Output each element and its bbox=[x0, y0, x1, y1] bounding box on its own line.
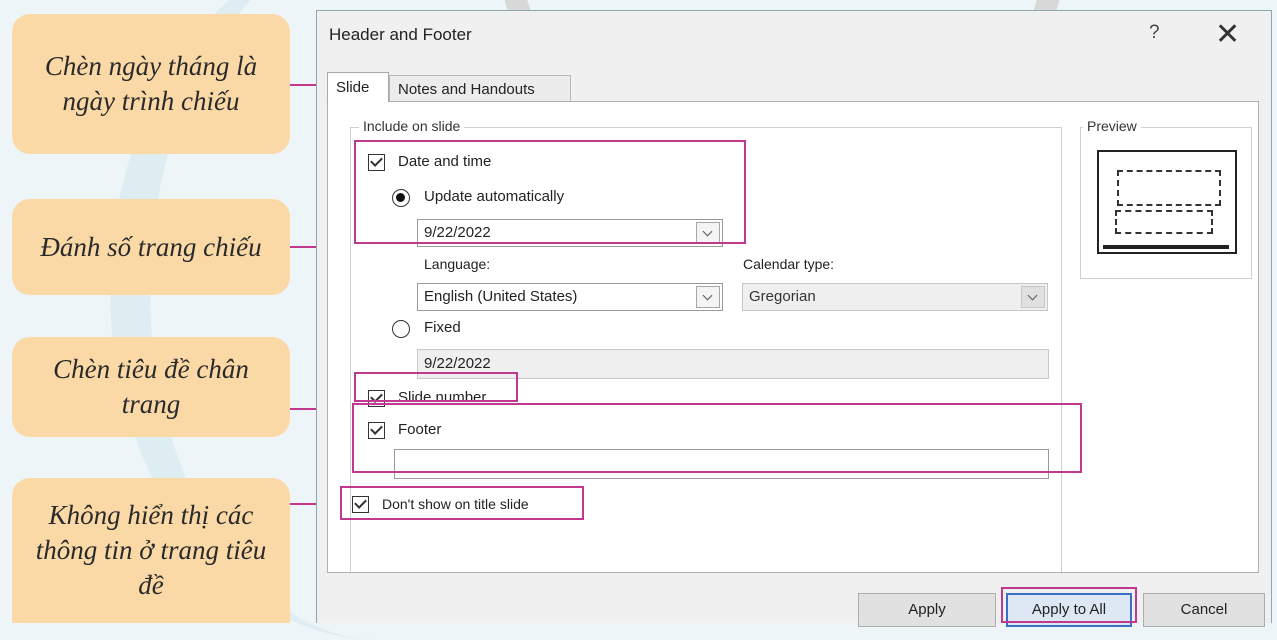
help-icon[interactable]: ? bbox=[1149, 22, 1160, 44]
fixed-label: Fixed bbox=[424, 319, 461, 336]
highlight-dont-show bbox=[340, 486, 584, 520]
chevron-down-icon[interactable] bbox=[696, 286, 720, 308]
preview-group: Preview bbox=[1080, 118, 1252, 279]
preview-title-placeholder bbox=[1117, 170, 1221, 206]
preview-slide bbox=[1097, 150, 1237, 254]
dialog-title: Header and Footer bbox=[329, 25, 472, 44]
language-select[interactable]: English (United States) bbox=[417, 283, 723, 311]
highlight-footer bbox=[352, 403, 1082, 473]
cancel-button[interactable]: Cancel bbox=[1143, 593, 1265, 627]
group-label: Include on slide bbox=[359, 118, 465, 134]
fixed-radio[interactable] bbox=[392, 320, 410, 338]
callout-date: Chèn ngày tháng là ngày trình chiếu bbox=[12, 14, 290, 154]
callout-slide-number: Đánh số trang chiếu bbox=[12, 199, 290, 295]
language-label: Language: bbox=[424, 256, 491, 272]
chevron-down-icon bbox=[1021, 286, 1045, 308]
calendar-type-value: Gregorian bbox=[749, 288, 816, 305]
callout-dont-show: Không hiển thị các thông tin ở trang tiê… bbox=[12, 478, 290, 623]
calendar-type-label: Calendar type: bbox=[743, 256, 835, 272]
highlight-apply-to-all bbox=[1001, 587, 1137, 623]
preview-footer-bar bbox=[1103, 245, 1229, 249]
close-icon[interactable]: ✕ bbox=[1215, 17, 1240, 52]
highlight-date-time bbox=[354, 140, 746, 244]
callout-footer: Chèn tiêu đề chân trang bbox=[12, 337, 290, 437]
preview-label: Preview bbox=[1083, 118, 1141, 134]
highlight-slide-number bbox=[354, 372, 518, 402]
apply-button[interactable]: Apply bbox=[858, 593, 996, 627]
calendar-type-select: Gregorian bbox=[742, 283, 1048, 311]
tab-slide[interactable]: Slide bbox=[327, 72, 389, 102]
language-value: English (United States) bbox=[424, 288, 578, 305]
header-footer-dialog: Header and Footer ? ✕ Slide Notes and Ha… bbox=[316, 10, 1272, 627]
tab-notes-handouts[interactable]: Notes and Handouts bbox=[389, 75, 571, 102]
preview-body-placeholder bbox=[1115, 210, 1213, 234]
